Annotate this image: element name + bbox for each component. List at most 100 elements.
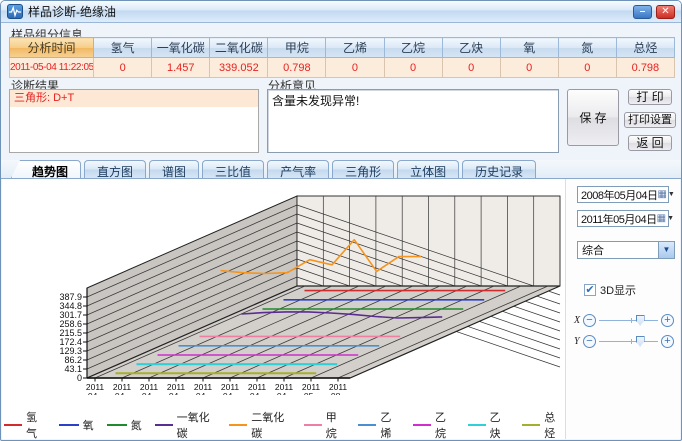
y-zoom-slider[interactable]: Y − + [574, 334, 674, 348]
legend-item-甲烷: 甲烷 [304, 409, 346, 441]
sample-component-table: 分析时间氢气一氧化碳二氧化碳甲烷乙烯乙烷乙炔氧氮总烃 2011-05-04 11… [9, 37, 675, 78]
legend-label: 乙烷 [435, 409, 455, 441]
x-zoom-slider[interactable]: X − + [574, 313, 674, 327]
tab-三角形[interactable]: 三角形 [332, 160, 394, 178]
zoom-out-icon[interactable]: − [583, 335, 596, 348]
data-cell-11: 0.798 [616, 58, 674, 78]
tab-strip: 趋势图直方图谱图三比值产气率三角形立体图历史记录 [1, 160, 681, 179]
y-slider-label: Y [574, 336, 583, 347]
date-to-value: 2011年05月04日 [581, 211, 657, 227]
column-header-2[interactable]: 氢气 [94, 38, 152, 58]
legend-swatch [304, 424, 322, 426]
zoom-out-icon[interactable]: − [583, 314, 596, 327]
legend-label: 甲烷 [326, 409, 346, 441]
diagnosis-result-item[interactable]: 三角形: D+T [10, 90, 258, 107]
legend-item-氢气: 氢气 [4, 409, 46, 441]
legend-swatch [107, 424, 127, 426]
data-cell-8: 0 [442, 58, 500, 78]
legend-swatch [4, 424, 22, 426]
tab-产气率[interactable]: 产气率 [267, 160, 329, 178]
column-header-8[interactable]: 乙炔 [442, 38, 500, 58]
legend-item-总烃: 总烃 [522, 409, 564, 441]
table-header-row: 分析时间氢气一氧化碳二氧化碳甲烷乙烯乙烷乙炔氧氮总烃 [10, 38, 675, 58]
chevron-down-icon[interactable]: ▼ [667, 215, 674, 222]
legend-label: 乙烯 [380, 409, 400, 441]
legend-label: 氢气 [26, 409, 46, 441]
legend-item-二氧化碳: 二氧化碳 [229, 409, 291, 441]
date-from-picker[interactable]: 2008年05月04日 ▦ ▼ [577, 186, 669, 203]
data-cell-1: 2011-05-04 11:22:05 [10, 58, 94, 78]
close-button[interactable]: ✕ [656, 5, 675, 19]
legend-item-氮: 氮 [107, 409, 142, 441]
svg-text:0: 0 [77, 373, 82, 383]
gas-select-combo[interactable]: 综合 ▼ [577, 241, 675, 259]
title-bar: 样品诊断-绝缘油 – ✕ [1, 1, 681, 23]
print-button[interactable]: 打 印 [628, 89, 672, 105]
combo-value: 综合 [578, 242, 658, 258]
column-header-5[interactable]: 甲烷 [268, 38, 326, 58]
legend-label: 二氧化碳 [251, 409, 291, 441]
checkbox-3d[interactable]: ✔ [584, 284, 596, 296]
chart-side-panel: 2008年05月04日 ▦ ▼ 2011年05月04日 ▦ ▼ 综合 ▼ ✔ 3… [565, 179, 680, 439]
column-header-4[interactable]: 二氧化碳 [210, 38, 268, 58]
legend-item-乙炔: 乙炔 [468, 409, 510, 441]
legend-label: 氧 [83, 417, 94, 433]
data-cell-6: 0 [326, 58, 384, 78]
legend-item-乙烷: 乙烷 [413, 409, 455, 441]
tab-直方图[interactable]: 直方图 [84, 160, 146, 178]
x-slider-thumb[interactable] [636, 315, 645, 326]
tab-谱图[interactable]: 谱图 [149, 160, 199, 178]
chevron-down-icon[interactable]: ▼ [668, 191, 675, 198]
column-header-11[interactable]: 总烃 [616, 38, 674, 58]
save-button[interactable]: 保 存 [567, 89, 619, 146]
data-cell-5: 0.798 [268, 58, 326, 78]
tab-趋势图[interactable]: 趋势图 [11, 160, 81, 178]
back-button[interactable]: 返 回 [628, 135, 672, 151]
data-cell-3: 1.457 [152, 58, 210, 78]
column-header-6[interactable]: 乙烯 [326, 38, 384, 58]
zoom-in-icon[interactable]: + [661, 335, 674, 348]
tab-三比值[interactable]: 三比值 [202, 160, 264, 178]
trend-chart-3d: 387.9344.8301.7258.6215.5172.4129.386.24… [4, 179, 566, 407]
column-header-7[interactable]: 乙烷 [384, 38, 442, 58]
combo-dropdown-button[interactable]: ▼ [658, 242, 674, 258]
legend-swatch [155, 424, 173, 426]
column-header-3[interactable]: 一氧化碳 [152, 38, 210, 58]
app-window: 样品诊断-绝缘油 – ✕ 样品组分信息 分析时间氢气一氧化碳二氧化碳甲烷乙烯乙烷… [0, 0, 682, 441]
x-slider-label: X [574, 315, 583, 326]
column-header-10[interactable]: 氮 [558, 38, 616, 58]
legend-swatch [229, 424, 247, 426]
print-setup-button[interactable]: 打印设置 [624, 112, 676, 128]
minimize-button[interactable]: – [633, 5, 652, 19]
calendar-icon: ▦ [657, 190, 666, 200]
column-header-1[interactable]: 分析时间 [10, 38, 94, 58]
app-waveform-icon [7, 4, 23, 19]
legend-item-乙烯: 乙烯 [358, 409, 400, 441]
column-header-9[interactable]: 氧 [500, 38, 558, 58]
legend-swatch [59, 424, 79, 426]
x-slider-track[interactable] [599, 320, 658, 321]
y-slider-thumb[interactable] [636, 336, 645, 347]
analysis-opinion-textbox[interactable]: 含量未发现异常! [267, 89, 559, 153]
tab-立体图[interactable]: 立体图 [397, 160, 459, 178]
legend-item-氧: 氧 [59, 409, 94, 441]
data-cell-2: 0 [94, 58, 152, 78]
display-3d-option[interactable]: ✔ 3D显示 [584, 282, 636, 298]
zoom-in-icon[interactable]: + [661, 314, 674, 327]
table-data-row: 2011-05-04 11:22:0501.457339.0520.798000… [10, 58, 675, 78]
data-cell-9: 0 [500, 58, 558, 78]
legend-label: 总烃 [544, 409, 564, 441]
diagnosis-result-list[interactable]: 三角形: D+T [9, 89, 259, 153]
chart-panel: 387.9344.8301.7258.6215.5172.4129.386.24… [2, 179, 680, 439]
date-to-picker[interactable]: 2011年05月04日 ▦ ▼ [577, 210, 669, 227]
legend-swatch [522, 424, 540, 426]
legend-item-一氧化碳: 一氧化碳 [155, 409, 217, 441]
chart-legend: 氢气 氧氮 一氧化碳 二氧化碳 甲烷 乙烯 乙烷 乙炔 总烃 [4, 409, 564, 441]
calendar-icon: ▦ [657, 214, 666, 224]
data-cell-4: 339.052 [210, 58, 268, 78]
tab-历史记录[interactable]: 历史记录 [462, 160, 536, 178]
legend-label: 一氧化碳 [177, 409, 217, 441]
y-slider-track[interactable] [599, 341, 658, 342]
legend-swatch [468, 424, 486, 426]
legend-label: 乙炔 [490, 409, 510, 441]
